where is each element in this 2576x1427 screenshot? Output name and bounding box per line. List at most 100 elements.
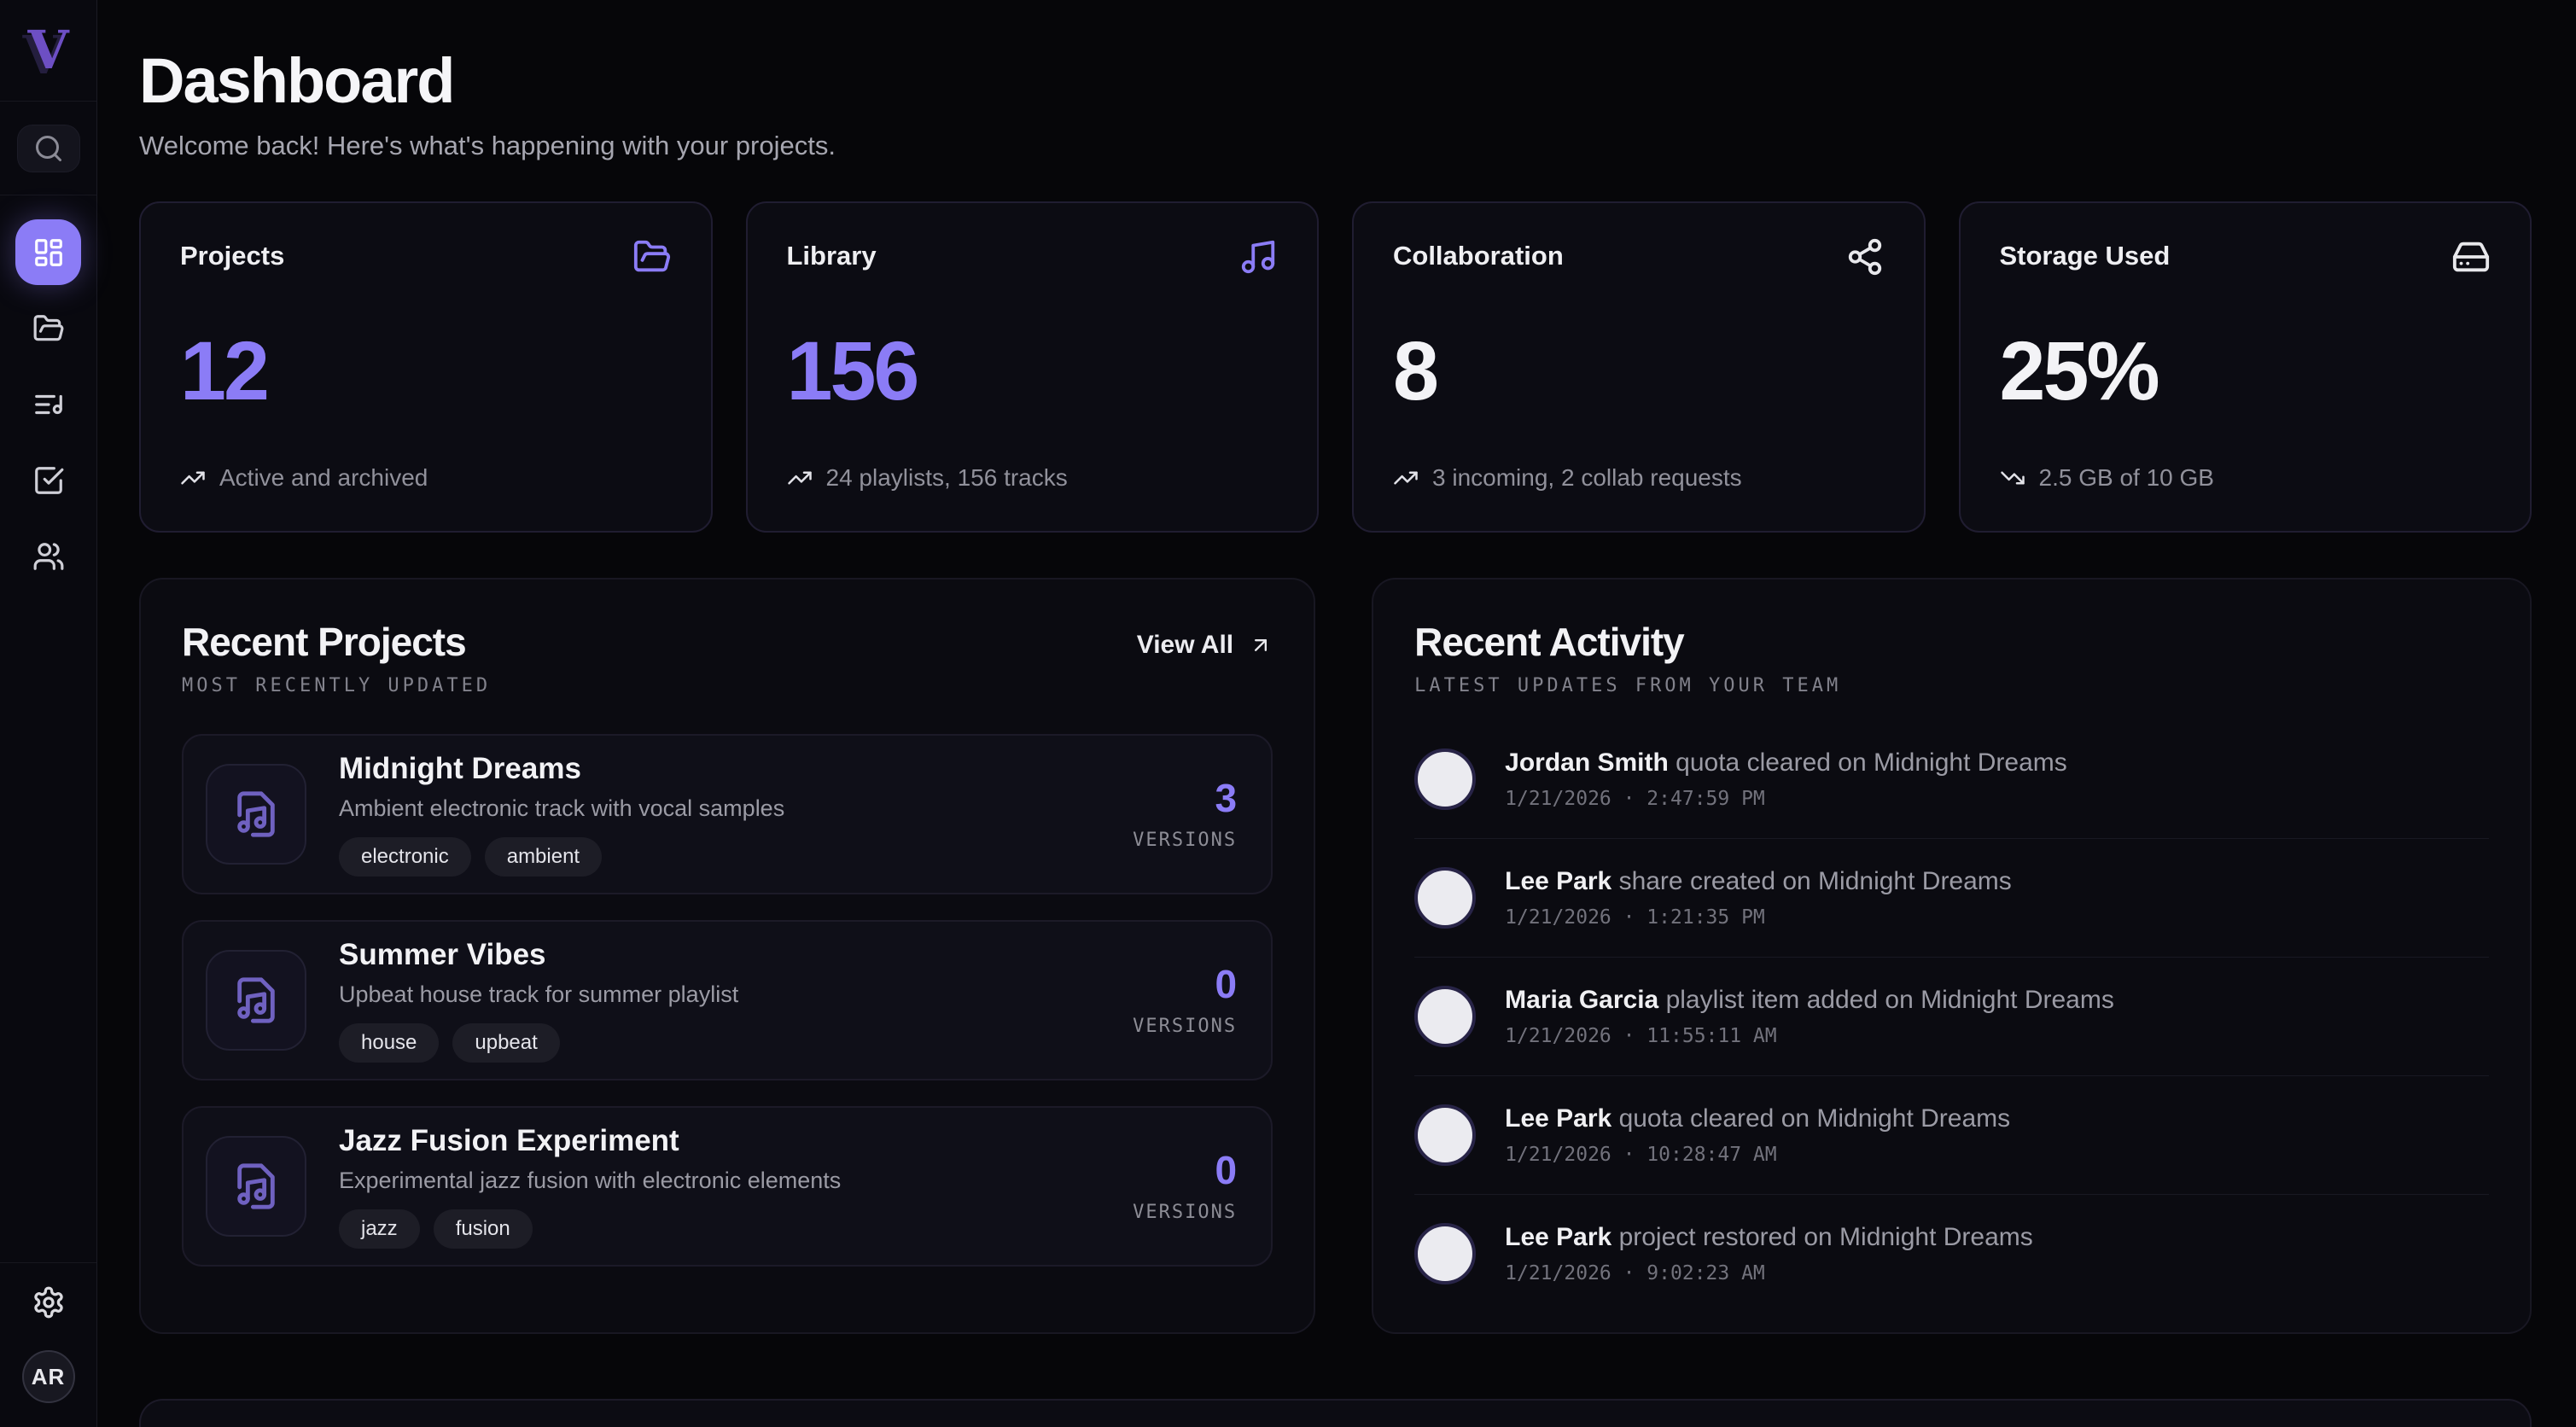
sidebar-item-team[interactable] bbox=[15, 523, 81, 589]
main-content: Dashboard Welcome back! Here's what's ha… bbox=[97, 0, 2576, 1427]
versions-count: 3 bbox=[1215, 778, 1238, 818]
versions-count: 0 bbox=[1215, 964, 1238, 1004]
avatar bbox=[1414, 867, 1476, 929]
recent-activity-title: Recent Activity bbox=[1414, 619, 2489, 665]
activity-list: Jordan Smith quota cleared on Midnight D… bbox=[1414, 720, 2489, 1313]
file-music-icon bbox=[206, 1136, 306, 1237]
activity-timestamp: 1/21/2026 · 9:02:23 AM bbox=[1505, 1262, 2033, 1284]
project-row-summer-vibes[interactable]: Summer Vibes Upbeat house track for summ… bbox=[182, 920, 1273, 1080]
project-tag: house bbox=[339, 1023, 439, 1063]
versions-label: VERSIONS bbox=[1133, 1016, 1237, 1037]
activity-item[interactable]: Lee Park quota cleared on Midnight Dream… bbox=[1414, 1075, 2489, 1194]
project-tag: ambient bbox=[485, 837, 602, 877]
activity-action: quota cleared on Midnight Dreams bbox=[1676, 748, 2067, 777]
project-row-jazz-fusion-experiment[interactable]: Jazz Fusion Experiment Experimental jazz… bbox=[182, 1106, 1273, 1267]
project-name: Jazz Fusion Experiment bbox=[339, 1124, 1133, 1158]
activity-item[interactable]: Maria Garcia playlist item added on Midn… bbox=[1414, 957, 2489, 1075]
avatar bbox=[1414, 748, 1476, 810]
stat-value: 12 bbox=[180, 329, 672, 412]
versions-label: VERSIONS bbox=[1133, 1202, 1237, 1223]
recent-projects-subtitle: MOST RECENTLY UPDATED bbox=[182, 675, 491, 696]
panels-row: Recent Projects MOST RECENTLY UPDATED Vi… bbox=[139, 578, 2532, 1334]
file-music-icon bbox=[206, 764, 306, 865]
project-tag: upbeat bbox=[452, 1023, 559, 1063]
sidebar-bottom: AR bbox=[0, 1262, 96, 1427]
project-name: Midnight Dreams bbox=[339, 752, 1133, 786]
view-all-label: View All bbox=[1137, 631, 1233, 660]
project-tag: electronic bbox=[339, 837, 471, 877]
search-icon bbox=[33, 133, 64, 164]
stat-note: 3 incoming, 2 collab requests bbox=[1432, 464, 1742, 492]
project-row-midnight-dreams[interactable]: Midnight Dreams Ambient electronic track… bbox=[182, 734, 1273, 894]
activity-action: quota cleared on Midnight Dreams bbox=[1619, 1104, 2011, 1133]
activity-item[interactable]: Lee Park share created on Midnight Dream… bbox=[1414, 838, 2489, 957]
trending-up-icon bbox=[180, 465, 206, 491]
user-avatar[interactable]: AR bbox=[22, 1350, 75, 1403]
search-section bbox=[0, 102, 96, 195]
trending-up-icon bbox=[1393, 465, 1419, 491]
check-square-icon bbox=[32, 464, 65, 497]
hard-drive-icon bbox=[2451, 237, 2491, 277]
activity-timestamp: 1/21/2026 · 11:55:11 AM bbox=[1505, 1025, 2114, 1047]
sidebar: V bbox=[0, 0, 97, 1427]
activity-actor: Lee Park bbox=[1505, 1223, 1618, 1251]
sidebar-item-playlists[interactable] bbox=[15, 371, 81, 437]
activity-actor: Maria Garcia bbox=[1505, 986, 1665, 1014]
project-tag: fusion bbox=[434, 1209, 533, 1249]
stat-value: 25% bbox=[2000, 329, 2491, 412]
activity-timestamp: 1/21/2026 · 2:47:59 PM bbox=[1505, 788, 2067, 810]
project-description: Upbeat house track for summer playlist bbox=[339, 981, 1133, 1008]
music-note-icon bbox=[1238, 237, 1278, 277]
sidebar-item-tasks[interactable] bbox=[15, 447, 81, 513]
page-header: Dashboard Welcome back! Here's what's ha… bbox=[139, 44, 2532, 161]
view-all-button[interactable]: View All bbox=[1137, 631, 1273, 660]
project-description: Experimental jazz fusion with electronic… bbox=[339, 1168, 1133, 1194]
stat-label: Library bbox=[787, 241, 877, 271]
activity-action: project restored on Midnight Dreams bbox=[1619, 1223, 2033, 1251]
search-button[interactable] bbox=[17, 125, 80, 172]
versions-count: 0 bbox=[1215, 1150, 1238, 1190]
activity-actor: Jordan Smith bbox=[1505, 748, 1676, 777]
arrow-up-right-icon bbox=[1249, 633, 1273, 657]
project-tag: jazz bbox=[339, 1209, 420, 1249]
stat-label: Collaboration bbox=[1393, 241, 1564, 271]
stat-value: 8 bbox=[1393, 329, 1885, 412]
stat-note: Active and archived bbox=[219, 464, 428, 492]
stat-note: 2.5 GB of 10 GB bbox=[2039, 464, 2214, 492]
activity-item[interactable]: Jordan Smith quota cleared on Midnight D… bbox=[1414, 720, 2489, 838]
activity-action: share created on Midnight Dreams bbox=[1619, 867, 2012, 895]
activity-timestamp: 1/21/2026 · 10:28:47 AM bbox=[1505, 1144, 2010, 1166]
stat-label: Storage Used bbox=[2000, 241, 2171, 271]
stat-note: 24 playlists, 156 tracks bbox=[826, 464, 1068, 492]
project-description: Ambient electronic track with vocal samp… bbox=[339, 795, 1133, 822]
stat-card-storage[interactable]: Storage Used 25% 2.5 GB of 10 GB bbox=[1959, 201, 2532, 533]
gear-icon bbox=[32, 1285, 66, 1319]
recent-projects-panel: Recent Projects MOST RECENTLY UPDATED Vi… bbox=[139, 578, 1315, 1334]
stat-card-projects[interactable]: Projects 12 Active and archived bbox=[139, 201, 713, 533]
recent-activity-panel: Recent Activity LATEST UPDATES FROM YOUR… bbox=[1372, 578, 2532, 1334]
folder-open-icon bbox=[32, 312, 65, 345]
stat-label: Projects bbox=[180, 241, 284, 271]
stat-card-library[interactable]: Library 156 24 playlists, 156 tracks bbox=[746, 201, 1320, 533]
activity-item[interactable]: Lee Park project restored on Midnight Dr… bbox=[1414, 1194, 2489, 1313]
file-music-icon bbox=[206, 950, 306, 1051]
users-icon bbox=[32, 540, 65, 573]
stats-row: Projects 12 Active and archived Library bbox=[139, 201, 2532, 533]
avatar bbox=[1414, 1104, 1476, 1166]
trending-down-icon bbox=[2000, 465, 2025, 491]
sidebar-item-projects[interactable] bbox=[15, 295, 81, 361]
app-logo[interactable]: V bbox=[27, 24, 68, 77]
stat-card-collaboration[interactable]: Collaboration 8 3 incoming, 2 collab req… bbox=[1352, 201, 1926, 533]
recent-activity-subtitle: LATEST UPDATES FROM YOUR TEAM bbox=[1414, 675, 2489, 696]
versions-label: VERSIONS bbox=[1133, 830, 1237, 851]
list-music-icon bbox=[32, 388, 65, 421]
recent-projects-title: Recent Projects bbox=[182, 619, 491, 665]
layout-dashboard-icon bbox=[32, 236, 65, 269]
sidebar-nav bbox=[15, 195, 81, 589]
sidebar-item-dashboard[interactable] bbox=[15, 219, 81, 285]
bottom-card-partial bbox=[139, 1399, 2532, 1427]
settings-button[interactable] bbox=[32, 1285, 66, 1319]
activity-actor: Lee Park bbox=[1505, 1104, 1618, 1133]
logo-section: V bbox=[0, 0, 96, 102]
activity-timestamp: 1/21/2026 · 1:21:35 PM bbox=[1505, 906, 2012, 929]
